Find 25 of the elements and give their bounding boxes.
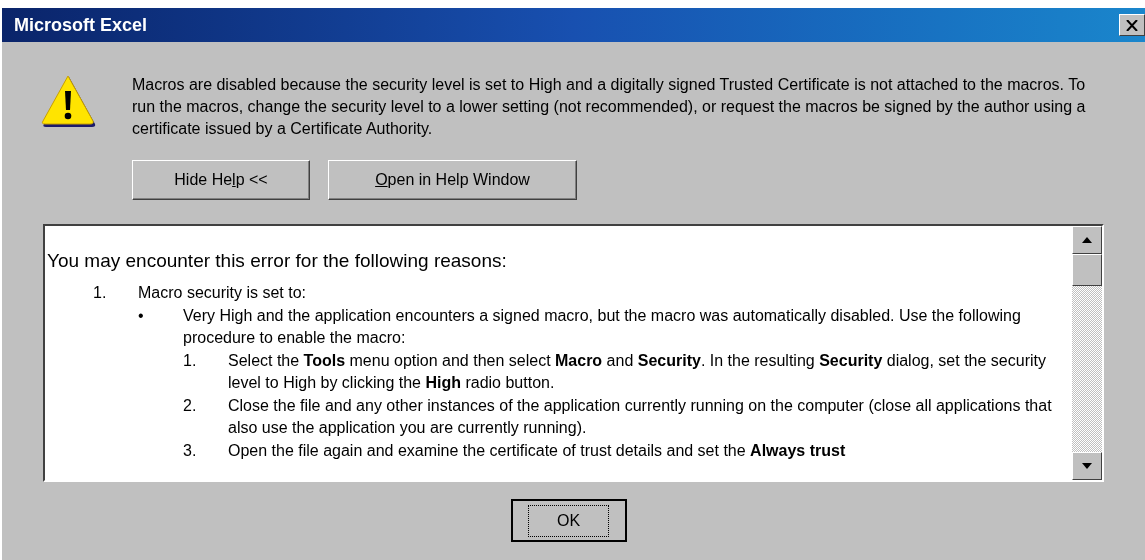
open-help-window-button[interactable]: Open in Help Window <box>328 160 577 200</box>
message-text: Macros are disabled because the security level is set to High and a digitally signed Trusted Certificate is not attached to the macros. To run the macros, change the security level to a lower setting (not recommended), or request the macros be signed by the author using a certificate issued by a Certificate Authority. <box>132 75 1087 139</box>
list-marker: 3. <box>183 440 198 461</box>
scrollbar[interactable] <box>1072 226 1102 480</box>
list-marker: 1. <box>183 350 198 371</box>
list-marker: • <box>138 305 145 326</box>
list-marker: 1. <box>93 283 108 303</box>
close-icon <box>1126 19 1138 31</box>
down-arrow-icon <box>1082 463 1092 469</box>
up-arrow-icon <box>1082 237 1092 243</box>
scroll-thumb[interactable] <box>1072 254 1102 286</box>
help-text: Open the file again and examine the certificate of trust details and set the Always trust <box>228 440 846 461</box>
scroll-up-button[interactable] <box>1072 226 1102 254</box>
close-button[interactable] <box>1119 14 1145 36</box>
ok-button[interactable]: OK <box>510 499 627 542</box>
hide-help-button[interactable]: Hide Help << <box>132 160 310 200</box>
help-text: Very High and the application encounters a signed macro, but the macro was automatically disabled. Use the following procedure to enable the macro: <box>183 305 1022 348</box>
help-text: Close the file and any other instances of the application currently running on the computer (close all applications that also use the application you are currently running). <box>228 395 1053 438</box>
help-text: Macro security is set to: <box>138 283 308 303</box>
warning-icon <box>40 74 98 130</box>
list-marker: 2. <box>183 395 198 416</box>
window-title: Microsoft Excel <box>14 13 148 37</box>
help-heading: You may encounter this error for the following reasons: <box>47 250 508 272</box>
scroll-down-button[interactable] <box>1072 452 1102 480</box>
help-text: Select the Tools menu option and then select Macro and Security. In the resulting Security dialog, set the security level to High by clicking the High radio button. <box>228 350 1047 393</box>
